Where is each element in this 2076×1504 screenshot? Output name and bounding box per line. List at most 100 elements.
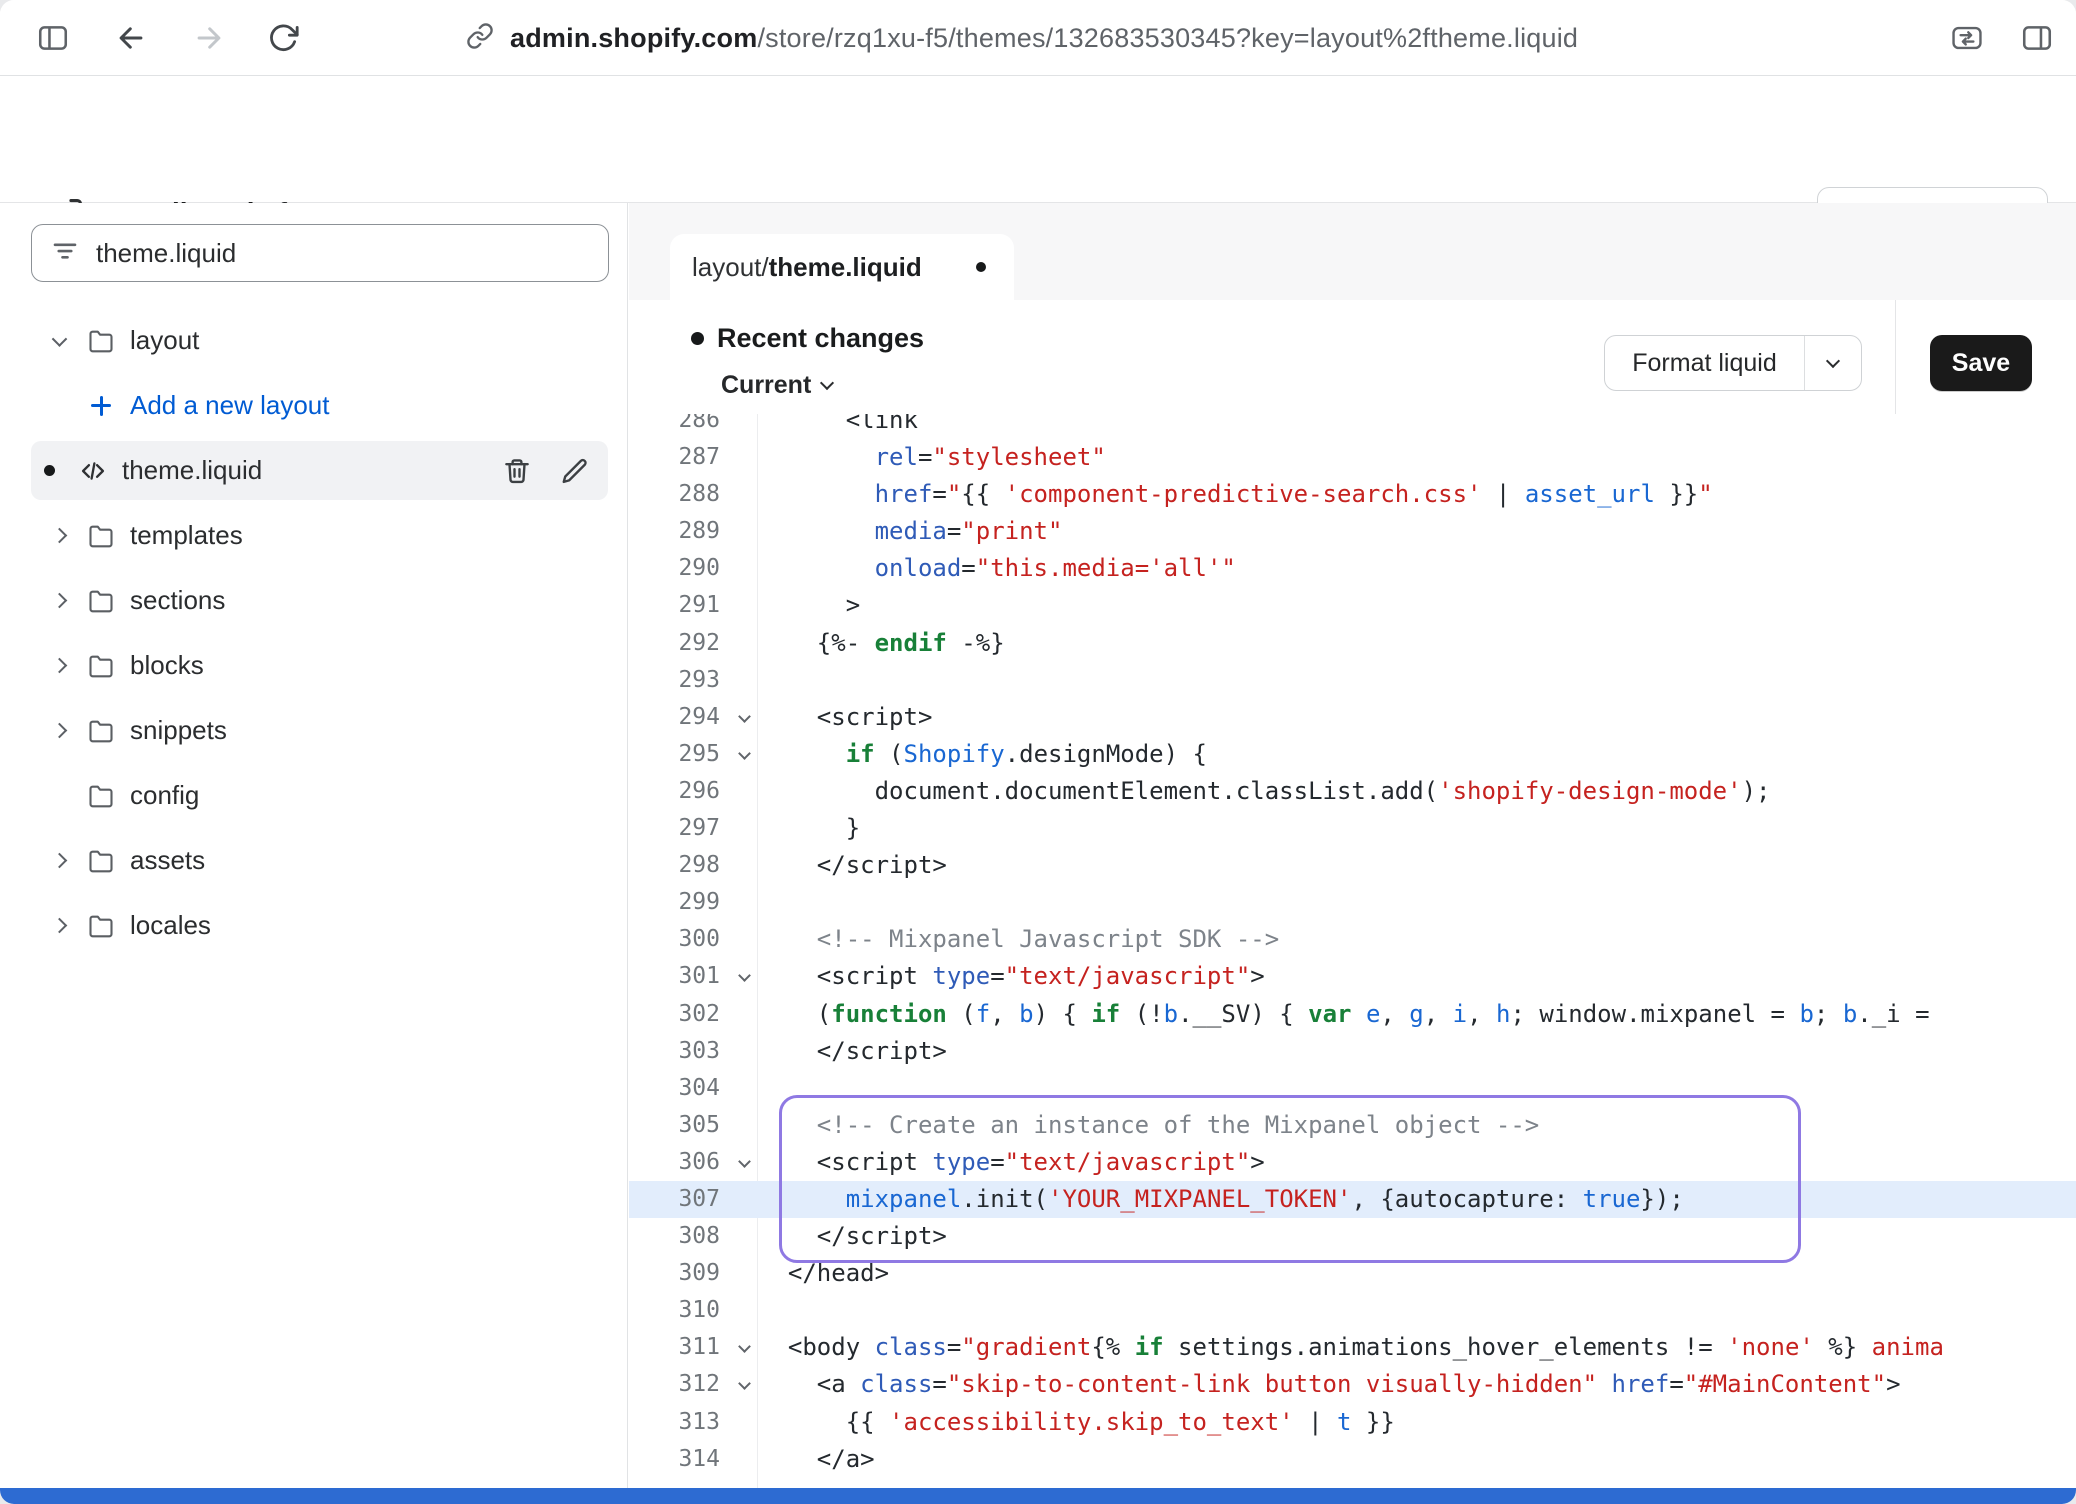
line-number[interactable]: 309 [678, 1255, 720, 1292]
reload-icon[interactable] [264, 19, 302, 57]
line-number[interactable]: 313 [678, 1404, 720, 1441]
chevron-right-icon[interactable] [44, 725, 74, 736]
tree-item-locales[interactable]: locales [0, 893, 627, 958]
code-line-303[interactable]: 303 </script> [629, 1033, 2076, 1070]
line-number[interactable]: 293 [678, 662, 720, 699]
tree-item-snippets[interactable]: snippets [0, 698, 627, 763]
chevron-right-icon[interactable] [44, 855, 74, 866]
gutter-cell[interactable]: 295 [629, 736, 757, 773]
address-bar[interactable]: admin.shopify.com/store/rzq1xu-f5/themes… [466, 0, 1578, 76]
code-line-291[interactable]: 291 > [629, 587, 2076, 624]
gutter-cell[interactable]: 298 [629, 847, 757, 884]
tree-item-sections[interactable]: sections [0, 568, 627, 633]
gutter-cell[interactable]: 306 [629, 1144, 757, 1181]
fold-chevron-icon[interactable] [738, 970, 751, 983]
line-number[interactable]: 299 [678, 884, 720, 921]
code-line-287[interactable]: 287 rel="stylesheet" [629, 439, 2076, 476]
gutter-cell[interactable]: 297 [629, 810, 757, 847]
add-new-layout-button[interactable]: Add a new layout [0, 373, 627, 438]
line-number[interactable]: 314 [678, 1441, 720, 1478]
fold-chevron-icon[interactable] [738, 1155, 751, 1168]
line-number[interactable]: 292 [678, 625, 720, 662]
gutter-cell[interactable]: 290 [629, 550, 757, 587]
tree-item-layout[interactable]: layout [0, 308, 627, 373]
code-line-302[interactable]: 302 (function (f, b) { if (!b.__SV) { va… [629, 996, 2076, 1033]
line-number[interactable]: 311 [678, 1329, 720, 1366]
code-line-305[interactable]: 305 <!-- Create an instance of the Mixpa… [629, 1107, 2076, 1144]
line-number[interactable]: 312 [678, 1366, 720, 1403]
code-line-293[interactable]: 293 [629, 662, 2076, 699]
gutter-cell[interactable]: 302 [629, 996, 757, 1033]
gutter-cell[interactable]: 286 [629, 414, 757, 439]
tree-item-templates[interactable]: templates [0, 503, 627, 568]
gutter-cell[interactable]: 288 [629, 476, 757, 513]
gutter-cell[interactable]: 301 [629, 958, 757, 995]
code-line-300[interactable]: 300 <!-- Mixpanel Javascript SDK --> [629, 921, 2076, 958]
tree-item-config[interactable]: config [0, 763, 627, 828]
code-line-310[interactable]: 310 [629, 1292, 2076, 1329]
code-line-296[interactable]: 296 document.documentElement.classList.a… [629, 773, 2076, 810]
chevron-right-icon[interactable] [44, 660, 74, 671]
chevron-right-icon[interactable] [44, 920, 74, 931]
tree-item-assets[interactable]: assets [0, 828, 627, 893]
extension-icon[interactable] [1948, 19, 1986, 57]
code-line-314[interactable]: 314 </a> [629, 1441, 2076, 1478]
line-number[interactable]: 290 [678, 550, 720, 587]
line-number[interactable]: 298 [678, 847, 720, 884]
code-line-297[interactable]: 297 } [629, 810, 2076, 847]
gutter-cell[interactable]: 300 [629, 921, 757, 958]
code-line-292[interactable]: 292 {%- endif -%} [629, 625, 2076, 662]
line-number[interactable]: 300 [678, 921, 720, 958]
forward-arrow-icon[interactable] [190, 19, 228, 57]
file-filter-input[interactable] [94, 237, 590, 270]
line-number[interactable]: 301 [678, 958, 720, 995]
code-line-306[interactable]: 306 <script type="text/javascript"> [629, 1144, 2076, 1181]
gutter-cell[interactable]: 309 [629, 1255, 757, 1292]
code-line-294[interactable]: 294 <script> [629, 699, 2076, 736]
code-line-304[interactable]: 304 [629, 1070, 2076, 1107]
line-number[interactable]: 286 [678, 414, 720, 439]
fold-chevron-icon[interactable] [738, 1340, 751, 1353]
line-number[interactable]: 289 [678, 513, 720, 550]
code-line-309[interactable]: 309 </head> [629, 1255, 2076, 1292]
code-line-312[interactable]: 312 <a class="skip-to-content-link butto… [629, 1366, 2076, 1403]
code-line-308[interactable]: 308 </script> [629, 1218, 2076, 1255]
line-number[interactable]: 310 [678, 1292, 720, 1329]
gutter-cell[interactable]: 304 [629, 1070, 757, 1107]
gutter-cell[interactable]: 296 [629, 773, 757, 810]
fold-chevron-icon[interactable] [738, 1378, 751, 1391]
line-number[interactable]: 307 [678, 1181, 720, 1218]
line-number[interactable]: 287 [678, 439, 720, 476]
code-line-299[interactable]: 299 [629, 884, 2076, 921]
save-button[interactable]: Save [1930, 335, 2032, 391]
fold-chevron-icon[interactable] [738, 747, 751, 760]
gutter-cell[interactable]: 294 [629, 699, 757, 736]
code-line-295[interactable]: 295 if (Shopify.designMode) { [629, 736, 2076, 773]
gutter-cell[interactable]: 308 [629, 1218, 757, 1255]
version-dropdown[interactable]: Current [721, 371, 832, 400]
code-line-301[interactable]: 301 <script type="text/javascript"> [629, 958, 2076, 995]
chevron-right-icon[interactable] [44, 595, 74, 606]
code-line-298[interactable]: 298 </script> [629, 847, 2076, 884]
tab-theme-liquid[interactable]: layout/theme.liquid [670, 234, 1014, 300]
gutter-cell[interactable]: 312 [629, 1366, 757, 1403]
pencil-icon[interactable] [559, 455, 591, 487]
code-line-307[interactable]: 307 mixpanel.init('YOUR_MIXPANEL_TOKEN',… [629, 1181, 2076, 1218]
chevron-down-icon[interactable] [44, 335, 74, 346]
gutter-cell[interactable]: 293 [629, 662, 757, 699]
line-number[interactable]: 304 [678, 1070, 720, 1107]
line-number[interactable]: 302 [678, 996, 720, 1033]
code-line-289[interactable]: 289 media="print" [629, 513, 2076, 550]
gutter-cell[interactable]: 299 [629, 884, 757, 921]
line-number[interactable]: 305 [678, 1107, 720, 1144]
gutter-cell[interactable]: 289 [629, 513, 757, 550]
gutter-cell[interactable]: 311 [629, 1329, 757, 1366]
split-view-icon[interactable] [2018, 19, 2056, 57]
format-options-chevron[interactable] [1805, 361, 1861, 366]
code-line-286[interactable]: 286 <link [629, 414, 2076, 439]
line-number[interactable]: 306 [678, 1144, 720, 1181]
gutter-cell[interactable]: 291 [629, 587, 757, 624]
chevron-right-icon[interactable] [44, 530, 74, 541]
format-liquid-button[interactable]: Format liquid [1604, 335, 1862, 391]
gutter-cell[interactable]: 303 [629, 1033, 757, 1070]
